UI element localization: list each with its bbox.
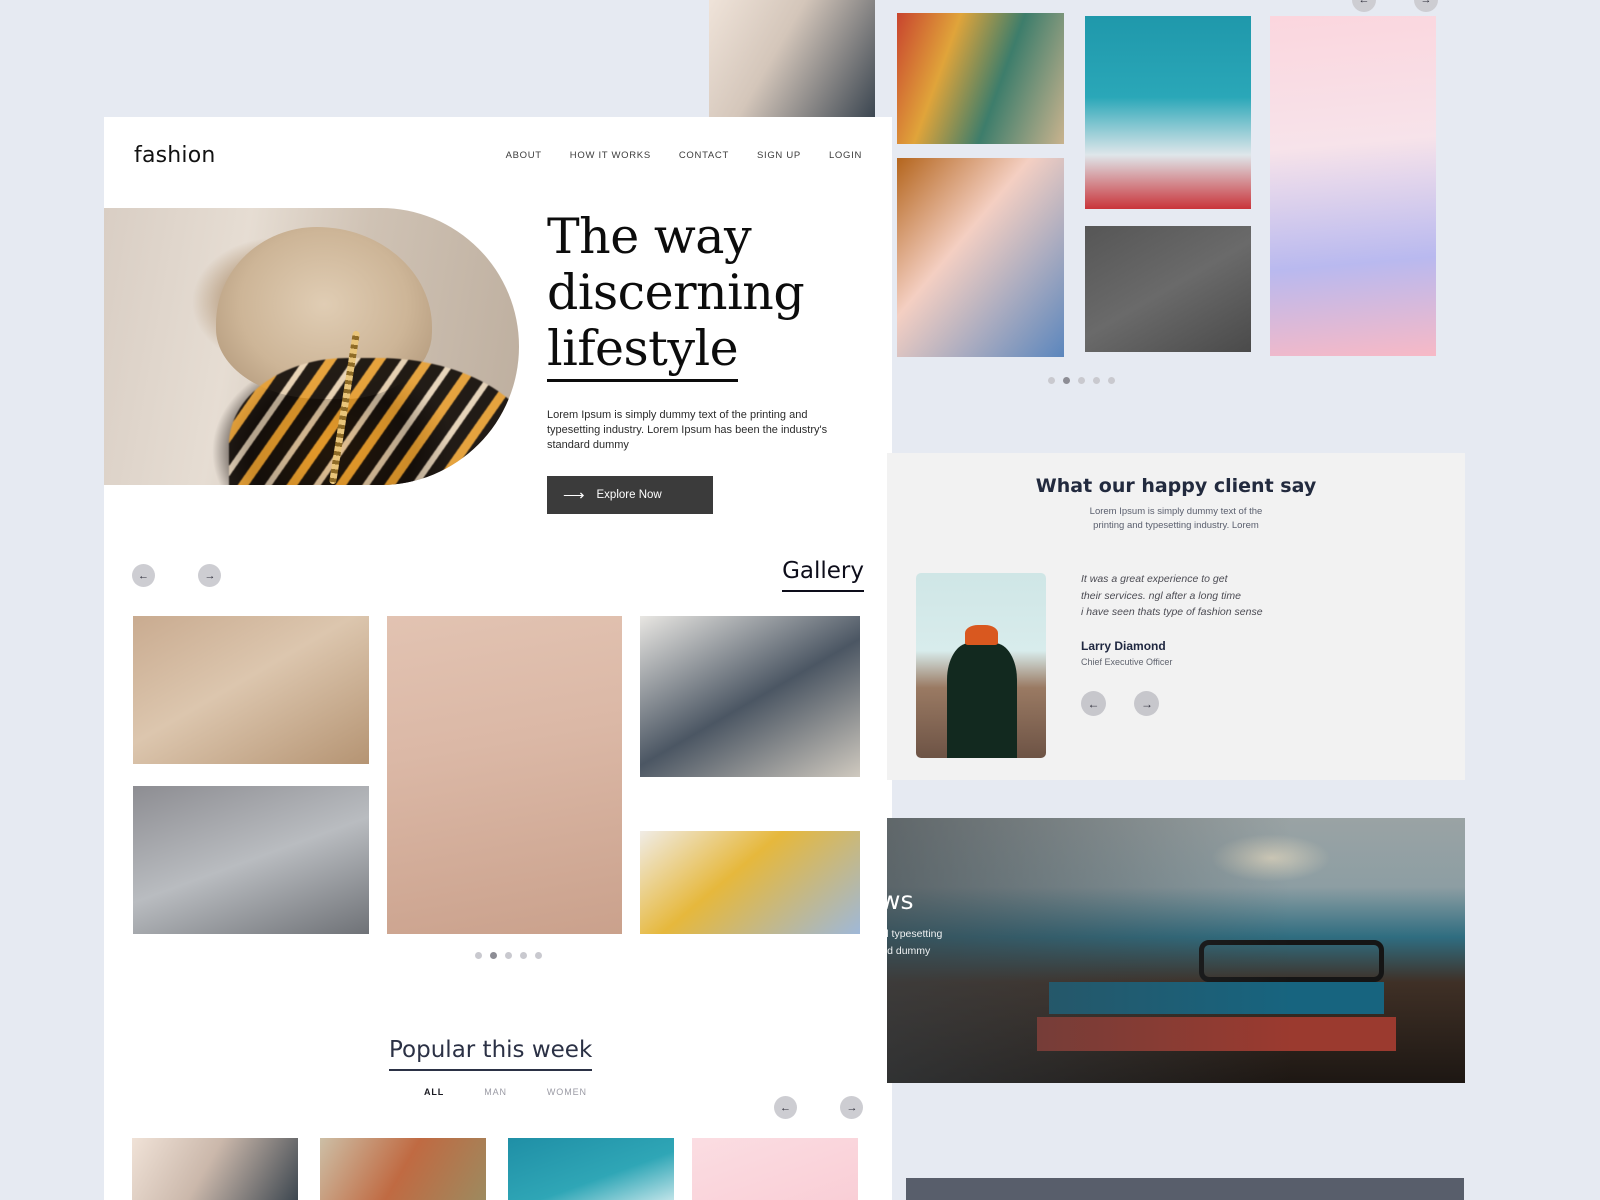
carousel-dot[interactable]: [505, 952, 512, 959]
showcase-tile-2[interactable]: [897, 13, 1064, 144]
news-text-line-2: stry's standard dummy: [887, 945, 931, 957]
arrow-right-icon: ⟶: [563, 486, 585, 504]
page-root: ← → fashion ABOUT HOW IT WORKS CONTACT S…: [0, 0, 1600, 1200]
testimonial-quote-block: It was a great experience to get their s…: [1081, 571, 1411, 667]
gallery-prev-button[interactable]: ←: [132, 564, 155, 587]
popular-card[interactable]: [320, 1138, 486, 1200]
carousel-dot[interactable]: [1063, 377, 1070, 384]
nav-item-contact[interactable]: CONTACT: [679, 150, 729, 161]
tab-women[interactable]: WOMEN: [547, 1087, 587, 1097]
hero-image: [104, 208, 519, 485]
news-text-line-1: e printing and typesetting: [887, 928, 943, 940]
popular-section-title: Popular this week: [389, 1037, 593, 1071]
popular-card[interactable]: [132, 1138, 298, 1200]
testimonial-next-button[interactable]: →: [1134, 691, 1160, 716]
testimonial-carousel-nav: ← →: [1081, 691, 1160, 716]
hero-image-pattern: [228, 357, 519, 485]
footer-bar: [906, 1178, 1464, 1200]
gallery-item[interactable]: [133, 616, 369, 764]
explore-now-label: Explore Now: [596, 489, 662, 501]
hero-title-line-3: lifestyle: [547, 321, 739, 382]
nav-item-sign-up[interactable]: SIGN UP: [757, 150, 801, 161]
showcase-tile-1[interactable]: [709, 0, 875, 128]
gallery-next-button[interactable]: →: [198, 564, 222, 587]
quote-line-2: their services. ngl after a long time: [1081, 589, 1241, 602]
popular-card[interactable]: [508, 1138, 674, 1200]
popular-carousel-nav: ← →: [774, 1096, 864, 1119]
site-header: fashion ABOUT HOW IT WORKS CONTACT SIGN …: [104, 117, 892, 197]
hero-paragraph: Lorem Ipsum is simply dummy text of the …: [547, 409, 828, 451]
explore-now-button[interactable]: ⟶ Explore Now: [547, 476, 713, 514]
nav-item-how-it-works[interactable]: HOW IT WORKS: [570, 150, 651, 161]
hero-title-line-2: discerning: [547, 264, 805, 321]
showcase-tile-3[interactable]: [897, 158, 1064, 357]
avatar-body: [947, 643, 1018, 758]
carousel-dot[interactable]: [535, 952, 542, 959]
hero-title-line-1: The way: [547, 208, 752, 265]
popular-next-button[interactable]: →: [840, 1096, 864, 1119]
showcase-next-button[interactable]: →: [1414, 0, 1438, 12]
testimonial-avatar: [916, 573, 1046, 758]
news-banner[interactable]: d news e printing and typesetting stry's…: [887, 818, 1465, 1083]
popular-card[interactable]: [692, 1138, 858, 1200]
carousel-dot[interactable]: [490, 952, 497, 959]
hero-title: The way discerning lifestyle: [547, 209, 877, 382]
hero-copy: The way discerning lifestyle Lorem Ipsum…: [547, 209, 877, 514]
nav-item-about[interactable]: ABOUT: [506, 150, 542, 161]
gallery-item[interactable]: [640, 831, 860, 934]
main-content-panel: fashion ABOUT HOW IT WORKS CONTACT SIGN …: [104, 117, 892, 1200]
news-title: d news: [887, 886, 914, 915]
arrow-right-icon[interactable]: →: [1414, 0, 1438, 12]
carousel-dot[interactable]: [520, 952, 527, 959]
carousel-dot[interactable]: [1093, 377, 1100, 384]
brand-logo[interactable]: fashion: [134, 143, 216, 168]
testimonial-subtitle-line-2: printing and typesetting industry. Lorem: [1093, 520, 1259, 531]
testimonial-author-role: Chief Executive Officer: [1081, 656, 1173, 667]
testimonial-header: What our happy client say Lorem Ipsum is…: [887, 475, 1465, 533]
gallery-header: ← → Gallery: [132, 558, 864, 604]
main-navigation: ABOUT HOW IT WORKS CONTACT SIGN UP LOGIN: [506, 150, 862, 161]
gallery-title: Gallery: [782, 558, 864, 592]
arrow-left-icon[interactable]: ←: [1352, 0, 1376, 12]
gallery-carousel-dots[interactable]: [475, 952, 542, 959]
quote-line-1: It was a great experience to get: [1081, 573, 1228, 585]
testimonial-prev-button[interactable]: ←: [1081, 691, 1106, 716]
popular-filter-tabs: ALL MAN WOMEN: [424, 1087, 587, 1097]
avatar-beanie: [965, 624, 998, 646]
gallery-item[interactable]: [640, 616, 860, 777]
tab-man[interactable]: MAN: [484, 1087, 507, 1097]
gallery-item[interactable]: [133, 786, 369, 934]
tab-all[interactable]: ALL: [424, 1087, 444, 1097]
showcase-tile-5[interactable]: [1085, 226, 1251, 352]
gallery-item[interactable]: [387, 616, 622, 934]
carousel-dot[interactable]: [1048, 377, 1055, 384]
quote-line-3: i have seen thats type of fashion sense: [1081, 606, 1263, 618]
showcase-tile-4[interactable]: [1085, 16, 1251, 209]
testimonial-subtitle-line-1: Lorem Ipsum is simply dummy text of the: [1089, 506, 1263, 517]
nav-item-login[interactable]: LOGIN: [829, 150, 862, 161]
testimonial-author-name: Larry Diamond: [1081, 638, 1166, 653]
testimonial-title: What our happy client say: [1035, 475, 1317, 497]
news-copy: d news e printing and typesetting stry's…: [887, 886, 1155, 960]
carousel-dot[interactable]: [1108, 377, 1115, 384]
news-text: e printing and typesetting stry's standa…: [887, 926, 1155, 960]
showcase-carousel-dots[interactable]: [1048, 377, 1115, 384]
showcase-tile-6[interactable]: [1270, 16, 1436, 356]
showcase-prev-button[interactable]: ←: [1352, 0, 1376, 12]
carousel-dot[interactable]: [475, 952, 482, 959]
popular-prev-button[interactable]: ←: [774, 1096, 797, 1119]
testimonial-section: What our happy client say Lorem Ipsum is…: [887, 453, 1465, 780]
testimonial-subtitle: Lorem Ipsum is simply dummy text of the …: [887, 505, 1465, 533]
carousel-dot[interactable]: [1078, 377, 1085, 384]
